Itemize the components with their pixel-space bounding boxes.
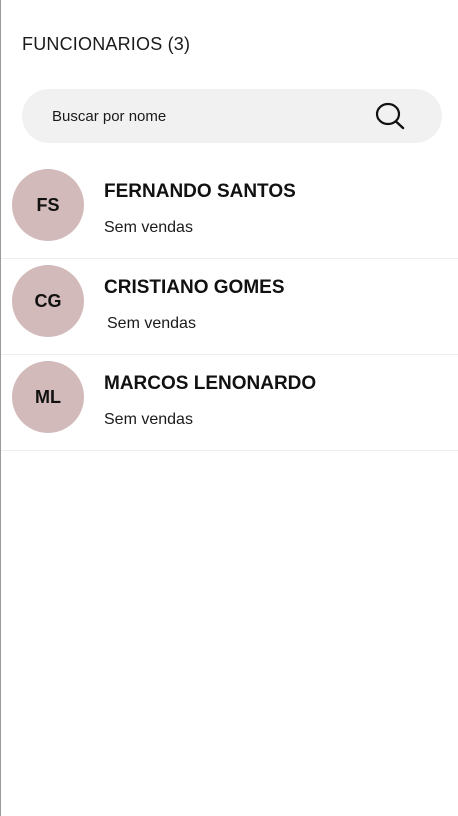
employee-row[interactable]: CG CRISTIANO GOMES Sem vendas [1,259,458,355]
page-title: FUNCIONARIOS (3) [22,34,191,54]
search-bar [22,89,442,143]
employee-row[interactable]: ML MARCOS LENONARDO Sem vendas [1,355,458,451]
employee-name: FERNANDO SANTOS [104,181,296,202]
search-input[interactable] [52,89,372,143]
employee-sales-status: Sem vendas [104,411,193,428]
avatar: ML [12,361,84,433]
avatar: FS [12,169,84,241]
employee-name: CRISTIANO GOMES [104,277,285,298]
employee-sales-status: Sem vendas [107,315,196,332]
employee-name: MARCOS LENONARDO [104,373,317,394]
search-icon[interactable] [374,101,406,131]
employee-row[interactable]: FS FERNANDO SANTOS Sem vendas [1,163,458,259]
employee-sales-status: Sem vendas [104,219,193,236]
avatar: CG [12,265,84,337]
employee-list: FS FERNANDO SANTOS Sem vendas CG CRISTIA… [1,163,458,451]
